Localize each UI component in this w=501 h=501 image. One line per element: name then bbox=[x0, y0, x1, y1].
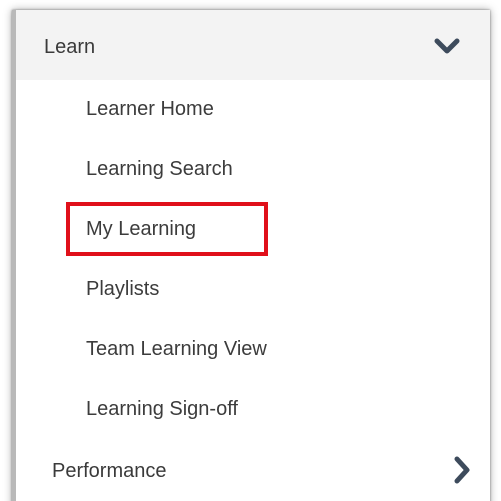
nav-item-label: Learning Search bbox=[86, 158, 233, 180]
nav-item-playlists[interactable]: Playlists bbox=[16, 260, 490, 320]
nav-item-learning-search[interactable]: Learning Search bbox=[16, 140, 490, 200]
nav-section-performance[interactable]: Performance bbox=[16, 435, 490, 501]
nav-item-label: Learning Sign-off bbox=[86, 398, 238, 420]
nav-section-learn-label: Learn bbox=[44, 36, 96, 58]
nav-section-performance-label: Performance bbox=[52, 460, 167, 482]
nav-item-label: Playlists bbox=[86, 278, 160, 300]
nav-item-learning-sign-off[interactable]: Learning Sign-off bbox=[16, 380, 490, 440]
nav-item-label: Learner Home bbox=[86, 98, 214, 120]
chevron-down-icon[interactable] bbox=[434, 37, 460, 55]
screenshot-stage: Learn Learner Home Learning Search My Le… bbox=[0, 0, 501, 501]
nav-section-learn[interactable]: Learn bbox=[16, 10, 490, 80]
nav-item-team-learning-view[interactable]: Team Learning View bbox=[16, 320, 490, 380]
highlight-annotation bbox=[66, 202, 268, 256]
navigation-panel: Learn Learner Home Learning Search My Le… bbox=[12, 10, 490, 501]
nav-item-learner-home[interactable]: Learner Home bbox=[16, 80, 490, 140]
chevron-right-icon[interactable] bbox=[453, 456, 471, 484]
nav-item-label: Team Learning View bbox=[86, 338, 267, 360]
